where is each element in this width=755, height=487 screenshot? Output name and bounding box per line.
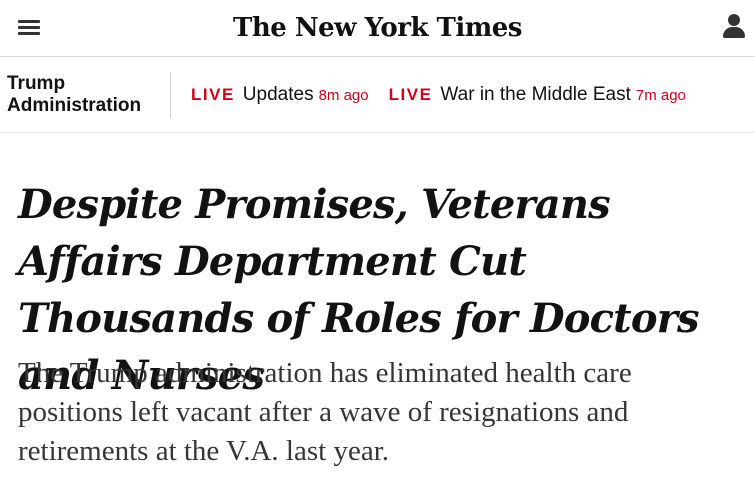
live-middle-east-timestamp: 7m ago	[635, 86, 686, 104]
hamburger-menu-icon[interactable]	[18, 17, 40, 37]
live-badge: LIVE	[388, 84, 433, 104]
section-label[interactable]: Trump Administration	[0, 71, 171, 118]
live-updates-title: Updates	[242, 83, 314, 105]
article-summary: The Trump administration has eliminated …	[18, 357, 632, 467]
live-updates-link[interactable]: LIVE Updates 8m ago	[171, 84, 369, 106]
live-middle-east-title: War in the Middle East	[440, 83, 631, 105]
top-bar: The New York Times	[0, 0, 755, 57]
live-middle-east-link[interactable]: LIVE War in the Middle East 7m ago	[369, 84, 686, 106]
live-badge: LIVE	[191, 84, 235, 104]
live-updates-timestamp: 8m ago	[318, 86, 369, 104]
site-logo[interactable]: The New York Times	[233, 13, 522, 43]
section-label-text: Trump Administration	[7, 72, 142, 116]
user-account-icon[interactable]	[721, 12, 747, 40]
section-nav: Trump Administration LIVE Updates 8m ago…	[0, 57, 755, 133]
